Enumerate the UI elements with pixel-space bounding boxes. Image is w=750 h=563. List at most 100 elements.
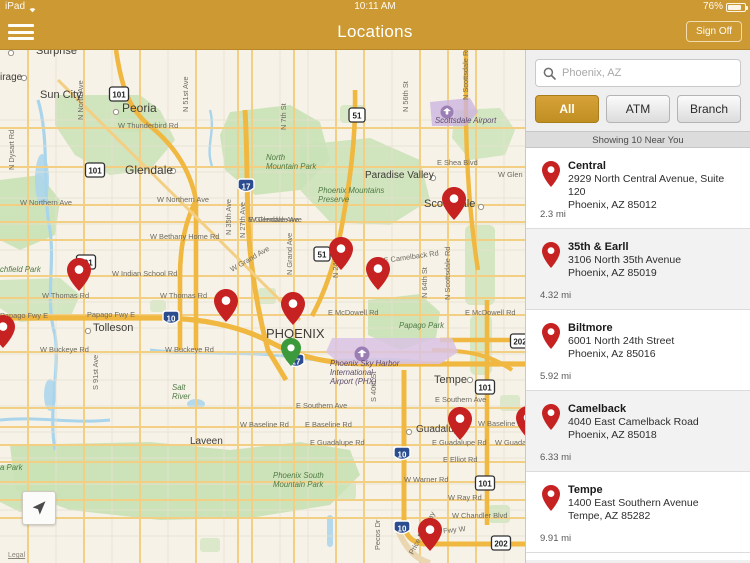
locations-list[interactable]: Central 2929 North Central Avenue, Suite … [526,148,750,560]
map-park-label: Salt [172,383,186,392]
svg-text:202: 202 [513,337,525,346]
location-name: Biltmore [568,322,613,334]
svg-text:17: 17 [242,182,251,191]
location-distance: 6.33 mi [540,452,572,463]
location-list-item[interactable]: 35th & Earll 3106 North 35th Avenue Phoeni… [526,229,750,310]
map-street-label: N 35th Ave [224,199,233,235]
location-distance: 4.32 mi [540,290,572,301]
map-street-label: W Indian School Rd [112,269,177,278]
locations-app: iPad 10:11 AM 76% Locations Sign Off W T… [0,0,750,563]
status-bar: iPad 10:11 AM 76% [0,0,750,14]
map-city-label: Tempe [434,374,467,386]
locations-sidebar: All ATM Branch Showing 10 Near You Centr… [525,50,750,563]
status-bar-time: 10:11 AM [354,1,396,12]
map-pin-icon [536,240,566,269]
location-name: Central [568,160,606,172]
highway-shield: 10 [162,310,180,325]
map-legal-link[interactable]: Legal [8,552,25,559]
map-street-label: W Thomas Rd [160,291,207,300]
location-list-item[interactable]: Biltmore 6001 North 24th Street Phoenix, A… [526,310,750,391]
search-box[interactable] [535,59,741,87]
highway-shield: 51 [313,246,331,262]
map-park-label: Preserve [318,195,350,204]
map-street-label: N 7th St [279,103,288,130]
location-address-line1: 3106 North 35th Avenue [568,254,682,266]
sign-off-button[interactable]: Sign Off [686,21,742,42]
map-city-label: PHOENIX [266,326,325,341]
map-city-label: Glendale [125,163,173,177]
highway-shield: 51 [348,107,366,123]
map-park-label: Mountain Park [266,162,317,171]
map-street-label: S 91st Ave [91,355,100,390]
map-city-label: Surprise [36,50,77,57]
highway-shield: 101 [474,475,496,491]
location-name: Camelback [568,403,627,415]
map-street-label: E Elliot Rd [443,455,478,464]
map-city-label: Laveen [190,436,223,447]
map-pin-icon [536,321,566,350]
svg-text:101: 101 [478,479,492,488]
location-name: Tempe [568,484,603,496]
location-address-line2: Phoenix, AZ 85018 [568,429,657,441]
filter-all-button[interactable]: All [535,95,599,123]
map-park-label: River [172,392,191,401]
location-distance: 2.3 mi [540,209,566,220]
map-street-label: W Guadalupe [495,438,525,447]
svg-text:10: 10 [398,450,407,459]
location-address-line1: 2929 North Central Avenue, Suite 120 [568,173,725,198]
locate-me-button[interactable] [22,491,56,525]
map-street-label: E Glendale Ave [248,215,299,224]
location-address-line1: 1400 East Southern Avenue [568,497,699,509]
map-street-label: N 64th St [420,267,429,298]
highway-shield: 202 [509,333,525,349]
location-address-line2: Phoenix, Az 85016 [568,348,656,360]
map-park-label: chfield Park [0,265,42,274]
map-street-label: W Ray Rd [448,493,482,502]
map-street-label: E Guadalupe Rd [310,438,365,447]
location-distance: 5.92 mi [540,371,572,382]
search-input[interactable] [562,67,733,79]
highway-shield: 101 [474,379,496,395]
page-title: Locations [337,22,413,41]
map-city-label: Tolleson [93,322,133,334]
map-street-label: N 56th St [401,81,410,112]
map-street-label: W Buckeye Rd [165,345,214,354]
map-street-label: E Southern Ave [435,395,486,404]
map-city-label: Paradise Valley [365,170,434,181]
map-city-label: Peoria [122,101,157,115]
map-street-label: N Dysart Rd [7,130,16,170]
map-street-label: E McDowell Rd [328,308,379,317]
map-street-label: E Baseline Rd [305,420,352,429]
map-street-label: W Thunderbird Rd [118,121,178,130]
map-airport-label: International [330,368,373,377]
map-street-label: W Glen [498,170,523,179]
location-address-line2: Phoenix, AZ 85019 [568,267,657,279]
svg-text:51: 51 [353,111,362,120]
map-street-label: E Guadalupe Rd [432,438,487,447]
filter-segmented-control: All ATM Branch [526,95,750,131]
map-street-label: W Thomas Rd [42,291,89,300]
filter-branch-button[interactable]: Branch [677,95,741,123]
nav-bar: Locations Sign Off [0,14,750,50]
map-street-label: N 27th Ave [238,202,247,238]
map-graphic: W Thunderbird Rd W Northern Ave W Northern… [0,50,525,563]
map-street-label: N 51st Ave [181,76,190,112]
map-pin-icon [536,402,566,431]
search-section [526,50,750,95]
highway-shield: 101 [84,162,106,178]
map-street-label: W Buckeye Rd [40,345,89,354]
location-list-item[interactable]: Central 2929 North Central Avenue, Suite … [526,148,750,229]
map-street-label: W Bethany Home Rd [150,232,219,241]
location-address-line1: 4040 East Camelback Road [568,416,699,428]
filter-atm-button[interactable]: ATM [606,95,670,123]
svg-text:101: 101 [88,166,102,175]
location-address-line1: 6001 North 24th Street [568,335,675,347]
map-park-label: Phoenix Mountains [318,186,384,195]
map-canvas[interactable]: W Thunderbird Rd W Northern Ave W Northern… [0,50,525,563]
map-pin-icon [536,483,566,512]
svg-text:202: 202 [494,539,508,548]
location-list-item[interactable]: Camelback 4040 East Camelback Road Phoenix… [526,391,750,472]
map-park-label: Papago Park [399,321,445,330]
map-street-label: Papago Fwy E [87,310,135,319]
location-list-item[interactable]: Tempe 1400 East Southern Avenue Tempe, AZ … [526,472,750,553]
